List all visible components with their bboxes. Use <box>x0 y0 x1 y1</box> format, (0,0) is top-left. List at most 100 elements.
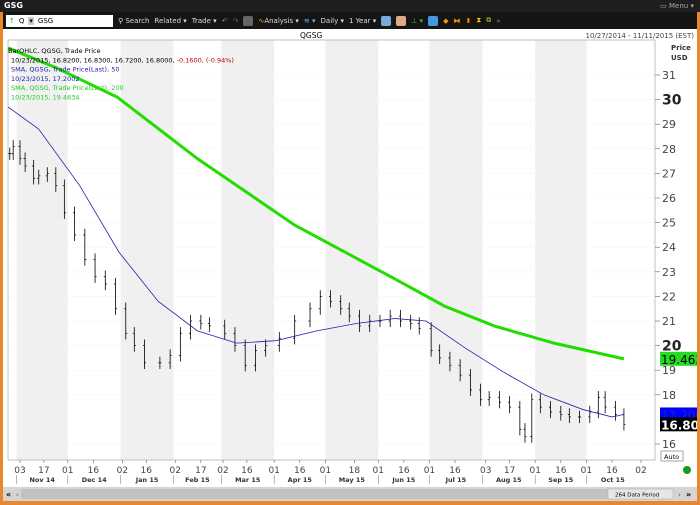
window-icon[interactable] <box>428 15 439 26</box>
month-band <box>120 40 174 460</box>
ohlc-bar <box>199 314 203 330</box>
trade-menu[interactable]: Trade ▾ <box>192 17 217 25</box>
ohlc-bar <box>103 270 107 291</box>
y-tick-label: 31 <box>662 69 676 82</box>
month-band <box>221 40 275 460</box>
legend-line: BarOHLC, QGSG, Trade Price <box>8 47 101 55</box>
vertical-icon[interactable]: ⬍ <box>465 17 471 25</box>
sma200-line <box>7 46 625 361</box>
month-band <box>16 40 68 460</box>
x-tick-label: 16 <box>555 466 567 476</box>
ohlc-bar <box>409 314 413 330</box>
template-icon[interactable] <box>396 15 407 26</box>
price-chart[interactable]: QGSG 10/27/2014 - 11/11/2015 (EST) Price… <box>3 29 700 501</box>
x-tick-label: 16 <box>606 466 618 476</box>
studies-icon[interactable]: ≋ ▾ <box>304 17 316 25</box>
x-month-label: Jul 15 <box>445 476 467 484</box>
x-tick-label: 16 <box>241 466 253 476</box>
y-tick-label: 28 <box>662 143 676 156</box>
scroll-start-icon[interactable]: « <box>6 490 11 499</box>
scroll-end-icon[interactable]: » <box>686 490 691 499</box>
more-icon[interactable]: » <box>496 17 500 25</box>
window-title-bar: GSG ▭ Menu ▾ <box>0 0 700 12</box>
y-tick-label: 29 <box>662 118 676 131</box>
legend-line: 10/23/2015, 16.8200, 16.8300, 16.7200, 1… <box>11 56 234 64</box>
ohlc-bar <box>487 391 491 406</box>
x-tick-label: 03 <box>14 466 25 476</box>
x-tick-label: 03 <box>480 466 491 476</box>
x-tick-label: 01 <box>424 466 435 476</box>
status-indicator <box>683 466 691 474</box>
ohlc-bar <box>8 147 12 160</box>
x-month-label: Aug 15 <box>496 476 522 484</box>
price-tag-label: 19.463 <box>661 353 697 367</box>
range-menu[interactable]: 1 Year ▾ <box>349 17 376 25</box>
ohlc-bar <box>518 400 522 436</box>
auto-scale-label: Auto <box>664 453 679 461</box>
axis-title-currency: USD <box>671 54 688 62</box>
related-menu[interactable]: Related ▾ <box>154 17 186 25</box>
symbol-input[interactable]: ↑ Q ▾ GSG <box>6 14 113 27</box>
up-arrow-icon: ↑ <box>9 16 15 25</box>
x-month-label: Nov 14 <box>29 476 55 484</box>
x-month-label: Sep 15 <box>548 476 574 484</box>
y-tick-label: 16 <box>662 438 676 451</box>
expand-icon[interactable]: ◆ <box>443 17 448 25</box>
menu-button[interactable]: ▭ Menu ▾ <box>660 0 694 12</box>
period-menu[interactable]: Daily ▾ <box>321 17 344 25</box>
x-month-label: Jun 15 <box>391 476 415 484</box>
y-tick-label: 23 <box>662 266 676 279</box>
compress-icon[interactable]: ⧓ <box>453 17 460 25</box>
data-period-label: 264 Data Period <box>615 493 659 499</box>
analysis-menu[interactable]: ∿Analysis ▾ <box>258 17 298 25</box>
folder-icon[interactable] <box>243 15 254 26</box>
x-month-label: May 15 <box>339 476 366 484</box>
hourglass-icon[interactable]: ⧗ <box>476 16 481 25</box>
y-tick-label: 27 <box>662 167 676 180</box>
x-tick-label: 02 <box>217 466 228 476</box>
dropdown-icon[interactable]: ▾ <box>28 16 34 25</box>
ohlc-bar <box>189 314 193 340</box>
undo-icon[interactable]: ↶ <box>222 17 228 25</box>
x-tick-label: 17 <box>195 466 206 476</box>
legend-line: SMA, QGSG, Trade Price(Last), 200 <box>11 84 124 92</box>
scrollbar-thumb[interactable] <box>21 489 671 499</box>
y-tick-label: 24 <box>662 241 676 254</box>
ohlc-bar <box>318 290 322 315</box>
legend-line: SMA, QGSG, Trade Price(Last), 50 <box>11 66 120 74</box>
ohlc-bar <box>417 317 421 335</box>
ohlc-bar <box>178 327 182 362</box>
y-tick-label: 22 <box>662 290 676 303</box>
x-month-label: Jan 15 <box>135 476 159 484</box>
toolbar: ↑ Q ▾ GSG ⚲ Search Related ▾ Trade ▾ ↶ ↷ ∿A… <box>3 12 697 29</box>
scroll-right-icon[interactable]: › <box>678 491 681 499</box>
x-tick-label: 01 <box>62 466 73 476</box>
ohlc-bar <box>523 423 527 443</box>
month-band <box>535 40 587 460</box>
y-tick-label: 26 <box>662 192 676 205</box>
search-button[interactable]: ⚲ Search <box>118 17 149 25</box>
y-tick-label: 21 <box>662 315 676 328</box>
chart-title: QGSG <box>300 31 322 40</box>
y-tick-label: 30 <box>662 93 682 109</box>
x-tick-label: 01 <box>581 466 592 476</box>
x-tick-label: 17 <box>38 466 49 476</box>
crosshair-icon[interactable]: ⊥ ▾ <box>411 17 423 25</box>
ohlc-bar <box>277 332 281 352</box>
ohlc-bar <box>93 253 97 283</box>
chart-panel: QGSG 10/27/2014 - 11/11/2015 (EST) Price… <box>3 29 700 501</box>
x-tick-label: 18 <box>349 466 361 476</box>
redo-icon[interactable]: ↷ <box>233 17 239 25</box>
ohlc-bar <box>11 140 15 160</box>
ohlc-bar <box>530 393 534 443</box>
ohlc-bar <box>293 314 297 345</box>
axis-title-price: Price <box>671 44 691 52</box>
x-month-label: Mar 15 <box>235 476 261 484</box>
x-tick-label: 01 <box>373 466 384 476</box>
month-band <box>325 40 379 460</box>
x-tick-label: 16 <box>398 466 410 476</box>
ohlc-bar <box>588 405 592 424</box>
export-icon[interactable]: ⧉ <box>486 16 491 25</box>
chart-type-icon[interactable] <box>381 15 392 26</box>
scroll-left-icon[interactable]: ‹ <box>16 491 19 499</box>
